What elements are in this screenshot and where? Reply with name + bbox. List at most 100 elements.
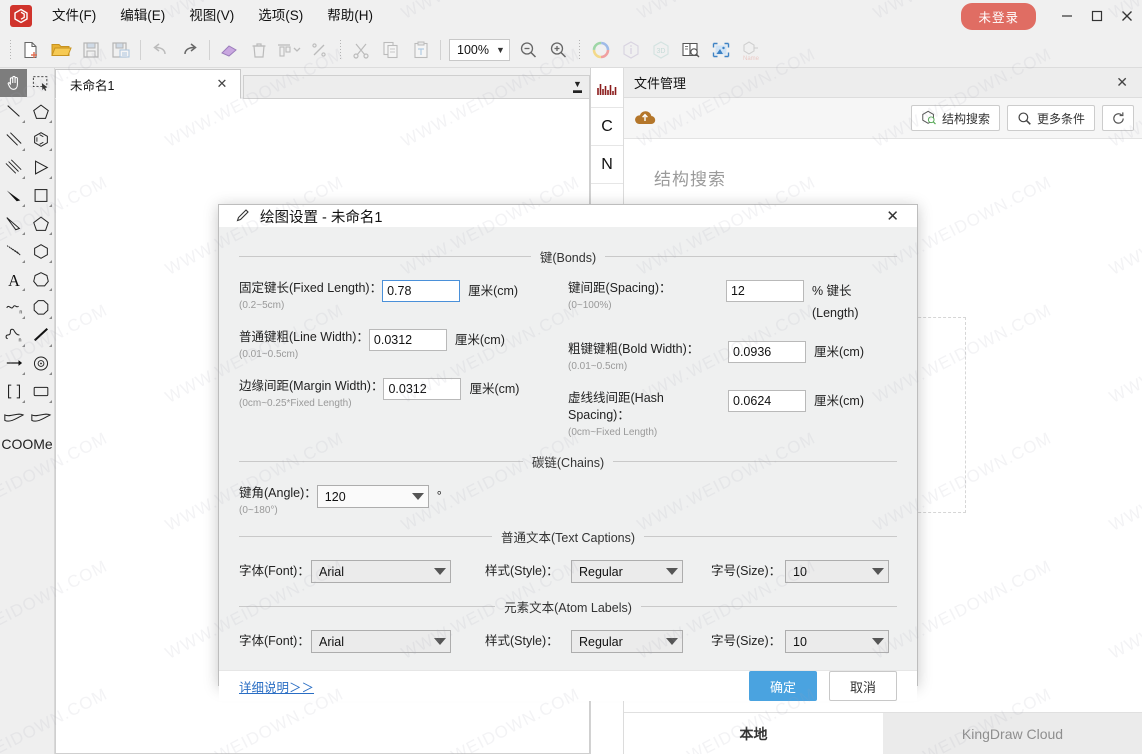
menu-view[interactable]: 视图(V) [177, 3, 246, 29]
close-window-button[interactable] [1112, 1, 1142, 31]
tool-expand-corner[interactable] [49, 260, 52, 263]
square-tool[interactable] [27, 181, 54, 209]
tool-expand-corner[interactable] [22, 176, 25, 179]
element-shortcut-carbon[interactable]: C [591, 108, 623, 146]
cyclohexane-tool[interactable] [27, 237, 54, 265]
cyclopentane-tool[interactable] [27, 97, 54, 125]
toolbar-grip[interactable] [576, 39, 583, 60]
color-wheel-button[interactable] [586, 35, 616, 65]
reaction-split-button[interactable] [304, 35, 334, 65]
tool-expand-corner[interactable] [22, 148, 25, 151]
tool-expand-corner[interactable] [22, 400, 25, 403]
atom-size-select[interactable]: 10 [785, 630, 889, 653]
atom-font-select[interactable]: Arial [311, 630, 451, 653]
dialog-close-button[interactable]: ✕ [880, 205, 905, 227]
new-document-button[interactable] [16, 35, 46, 65]
delete-button[interactable] [244, 35, 274, 65]
three-d-view-button[interactable]: 3D [646, 35, 676, 65]
ok-button[interactable]: 确定 [749, 671, 817, 701]
align-button[interactable] [274, 35, 304, 65]
menu-file[interactable]: 文件(F) [40, 3, 108, 29]
cycloheptane-tool[interactable] [27, 265, 54, 293]
double-bond-tool[interactable] [0, 125, 27, 153]
tool-expand-corner[interactable] [22, 204, 25, 207]
tool-expand-corner[interactable] [49, 120, 52, 123]
tool-expand-corner[interactable] [49, 148, 52, 151]
eraser-button[interactable] [214, 35, 244, 65]
cyclopentane-outline-tool[interactable] [27, 209, 54, 237]
spacing-input[interactable] [725, 280, 804, 302]
arrow-tool[interactable] [0, 349, 27, 377]
copy-button[interactable] [376, 35, 406, 65]
marquee-select-tool[interactable] [27, 69, 54, 97]
tool-expand-corner[interactable] [22, 288, 25, 291]
tool-expand-corner[interactable] [22, 344, 25, 347]
toolbar-grip[interactable] [7, 39, 13, 60]
save-document-button[interactable] [76, 35, 106, 65]
tool-expand-corner[interactable] [49, 372, 52, 375]
tab-kingdraw-cloud[interactable]: KingDraw Cloud [883, 713, 1142, 754]
open-document-button[interactable] [46, 35, 76, 65]
rectangle-tool[interactable] [27, 377, 54, 405]
margin-width-input[interactable] [383, 378, 462, 400]
menu-help[interactable]: 帮助(H) [315, 3, 385, 29]
tool-expand-corner[interactable] [22, 260, 25, 263]
refresh-button[interactable] [1102, 105, 1134, 131]
tool-expand-corner[interactable] [49, 176, 52, 179]
cancel-button[interactable]: 取消 [829, 671, 897, 701]
bold-bond-tool[interactable] [27, 321, 54, 349]
element-shortcut-nitrogen[interactable]: N [591, 146, 623, 184]
chain-tool[interactable]: n [0, 293, 27, 321]
text-tool[interactable]: A [0, 265, 27, 293]
ribbon-tool-2[interactable] [27, 405, 54, 433]
orbital-tool[interactable] [27, 349, 54, 377]
double-chevron-down-icon[interactable]: ▼ ▬ [573, 80, 582, 95]
redo-button[interactable] [175, 35, 205, 65]
more-conditions-button[interactable]: 更多条件 [1006, 105, 1095, 131]
maximize-button[interactable] [1082, 1, 1112, 31]
paste-button[interactable] [406, 35, 436, 65]
bracket-tool[interactable] [0, 377, 27, 405]
hand-pan-tool[interactable] [0, 69, 27, 97]
tool-expand-corner[interactable] [22, 372, 25, 375]
ribbon-tool[interactable] [0, 405, 27, 433]
hash-bond-tool[interactable] [0, 237, 27, 265]
triangle-tool[interactable] [27, 153, 54, 181]
close-icon[interactable]: ✕ [212, 76, 232, 92]
toolbar-grip[interactable] [337, 39, 343, 60]
zoom-out-button[interactable] [514, 35, 544, 65]
minimize-button[interactable] [1052, 1, 1082, 31]
tool-expand-corner[interactable] [22, 316, 25, 319]
save-as-document-button[interactable] [106, 35, 136, 65]
hash-wedge-tool[interactable] [0, 209, 27, 237]
angle-select[interactable]: 120 [316, 485, 429, 508]
detail-description-link[interactable]: 详细说明＞＞ [239, 677, 314, 696]
cyclooctane-tool[interactable] [27, 293, 54, 321]
document-tab[interactable]: 未命名1 ✕ [55, 69, 241, 99]
fixed-length-input[interactable] [382, 280, 461, 302]
tool-expand-corner[interactable] [22, 120, 25, 123]
tool-expand-corner[interactable] [49, 400, 52, 403]
login-status-badge[interactable]: 未登录 [961, 2, 1036, 30]
name-to-structure-button[interactable]: Name [736, 35, 766, 65]
tab-local[interactable]: 本地 [624, 713, 883, 754]
benzene-tool[interactable] [27, 125, 54, 153]
tool-expand-corner[interactable] [49, 316, 52, 319]
triple-bond-tool[interactable] [0, 153, 27, 181]
image-export-button[interactable] [706, 35, 736, 65]
caption-size-select[interactable]: 10 [785, 560, 889, 583]
cloud-upload-button[interactable] [632, 108, 658, 128]
caption-font-select[interactable]: Arial [311, 560, 451, 583]
menu-options[interactable]: 选项(S) [246, 3, 315, 29]
tab-overflow-bar[interactable]: ▼ ▬ [243, 75, 590, 99]
structure-search-button[interactable]: 结构搜索 [910, 105, 1000, 131]
bold-width-input[interactable] [728, 341, 806, 363]
hash-spacing-input[interactable] [728, 390, 806, 412]
zoom-in-button[interactable] [544, 35, 574, 65]
cut-button[interactable] [346, 35, 376, 65]
molecule-spectrum-icon[interactable] [591, 70, 623, 108]
polymer-bracket-tool[interactable]: n [0, 321, 27, 349]
close-icon[interactable]: ✕ [1112, 74, 1132, 91]
tool-expand-corner[interactable] [49, 344, 52, 347]
dictionary-lookup-button[interactable] [676, 35, 706, 65]
